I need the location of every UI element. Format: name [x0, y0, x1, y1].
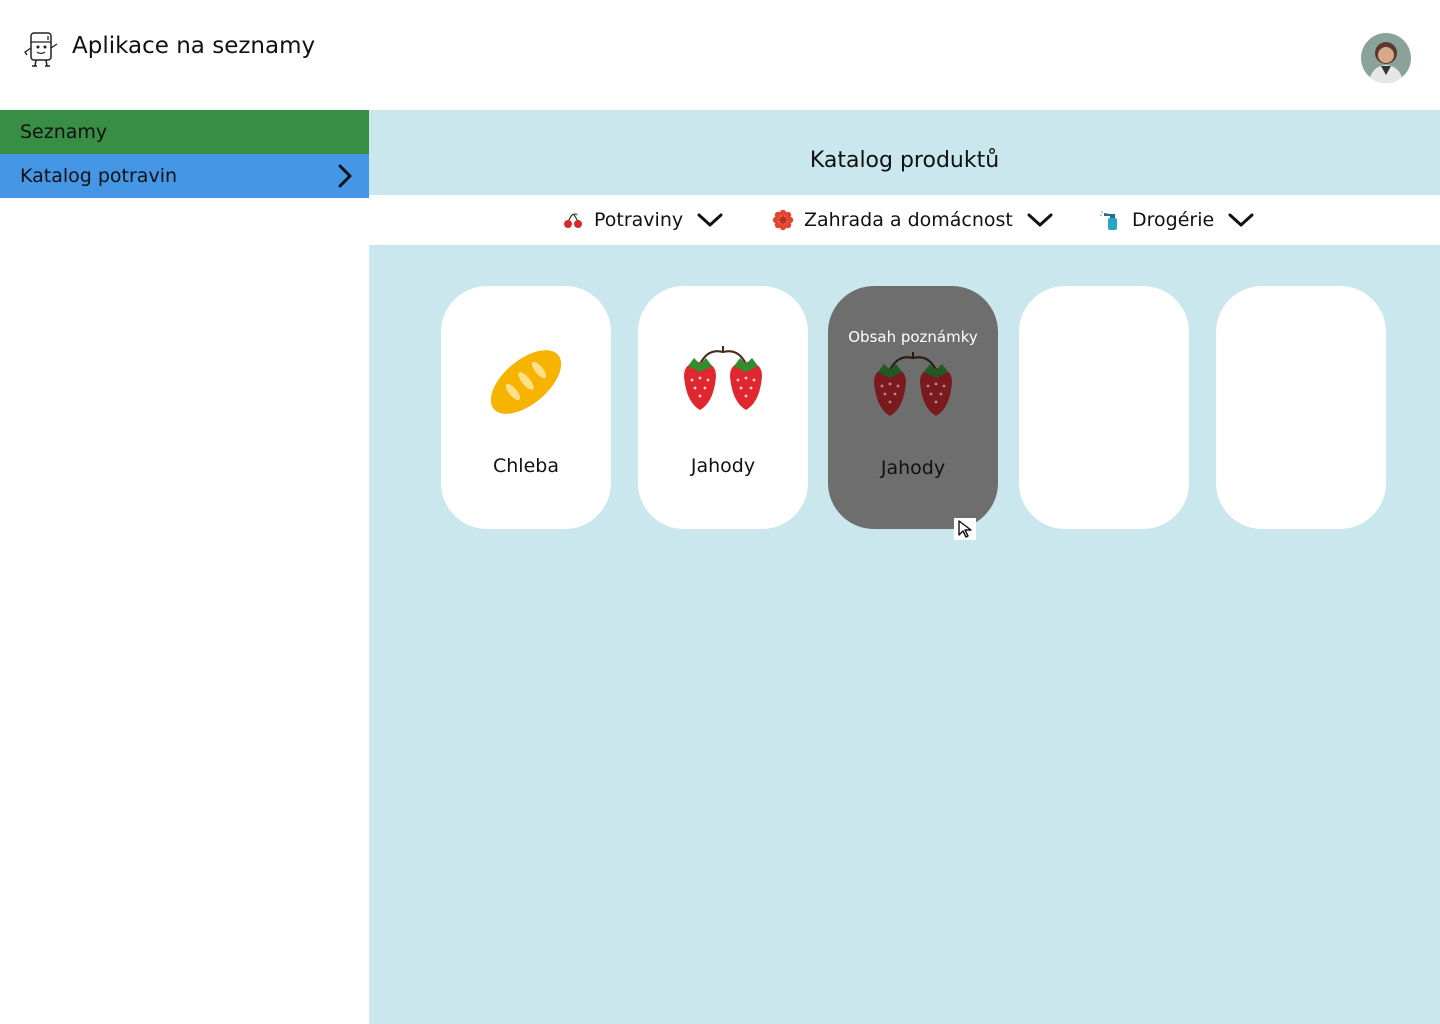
strawberries-icon [684, 346, 762, 410]
fridge-mascot-icon [24, 32, 58, 67]
chevron-down-icon [697, 213, 723, 227]
spray-bottle-icon [1100, 211, 1117, 230]
product-card-chleba[interactable]: Chleba [441, 286, 611, 529]
flower-icon [772, 209, 794, 231]
sidebar-item-seznamy[interactable]: Seznamy [0, 110, 369, 154]
filter-label: Potraviny [594, 209, 684, 231]
sidebar-item-katalog-potravin[interactable]: Katalog potravin [0, 154, 369, 198]
mouse-cursor-icon [954, 518, 976, 540]
sidebar-item-label: Katalog potravin [20, 165, 178, 187]
category-filter-bar: Potraviny Zahrada a domácnost Drogérie [369, 195, 1440, 245]
chevron-right-icon [338, 164, 352, 188]
bread-icon [490, 350, 562, 414]
main-content: Katalog produktů Potraviny Zahrada a dom… [369, 110, 1440, 1024]
chevron-down-icon [1027, 213, 1053, 227]
product-label: Jahody [880, 457, 946, 479]
filter-label: Drogérie [1132, 209, 1215, 231]
cherries-icon [564, 213, 582, 228]
product-card-empty[interactable] [1216, 286, 1386, 529]
filter-drogerie-dropdown[interactable]: Drogérie [1100, 195, 1254, 245]
sidebar-item-label: Seznamy [20, 121, 108, 143]
product-card-empty[interactable] [1019, 286, 1189, 529]
filter-label: Zahrada a domácnost [804, 209, 1013, 231]
avatar-icon [1361, 33, 1411, 83]
filter-potraviny-dropdown[interactable]: Potraviny [562, 195, 723, 245]
chevron-down-icon [1228, 213, 1254, 227]
product-label: Chleba [493, 455, 559, 477]
filter-zahrada-dropdown[interactable]: Zahrada a domácnost [772, 195, 1053, 245]
page-title: Katalog produktů [809, 148, 1000, 173]
product-label: Jahody [690, 455, 756, 477]
user-avatar[interactable] [1361, 33, 1411, 83]
product-card-jahody[interactable]: Jahody [638, 286, 808, 529]
app-title: Aplikace na seznamy [72, 33, 316, 59]
strawberries-icon [874, 352, 952, 416]
sidebar: Seznamy Katalog potravin [0, 110, 369, 1024]
product-card-jahody-hovered[interactable]: Obsah poznámky Jahody [828, 286, 998, 529]
product-note: Obsah poznámky [848, 328, 978, 346]
app-header: Aplikace na seznamy [0, 0, 1440, 110]
